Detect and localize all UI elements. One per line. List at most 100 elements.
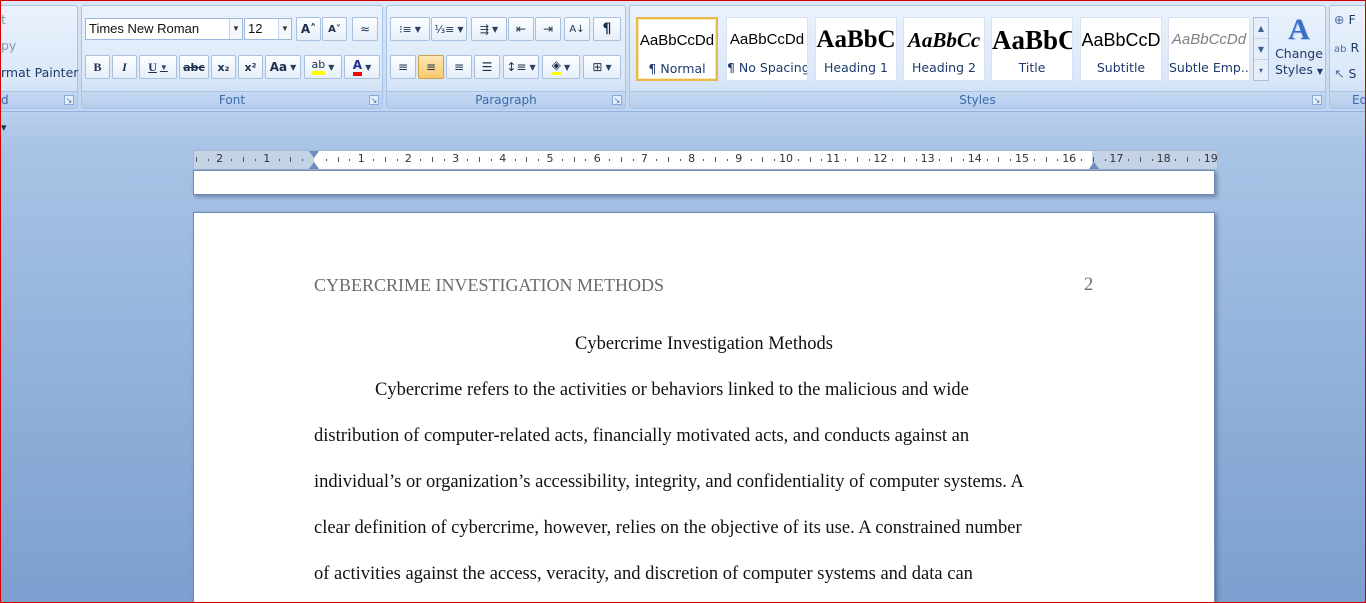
ruler-tick: [656, 159, 658, 161]
change-case-button[interactable]: Aa ▼: [265, 55, 301, 79]
align-center-button[interactable]: ≡: [418, 55, 444, 79]
clipboard-launcher-icon[interactable]: ↘: [64, 95, 74, 105]
cut-button[interactable]: t: [1, 12, 6, 27]
style-normal[interactable]: AaBbCcDd ¶ Normal: [636, 17, 718, 81]
ruler-number: 5: [546, 152, 554, 165]
ruler-tick: [609, 159, 610, 161]
shading-button[interactable]: ◈ ▼: [542, 55, 580, 79]
font-group-label: Font: [82, 91, 382, 108]
ruler-tick: [809, 157, 811, 162]
superscript-button[interactable]: x²: [238, 55, 263, 79]
format-painter-button[interactable]: rmat Painter: [1, 65, 78, 80]
grow-font-icon: A˄: [300, 22, 317, 36]
first-line-indent-marker[interactable]: [309, 151, 319, 158]
chevron-down-icon[interactable]: ▼: [492, 25, 498, 34]
underline-button[interactable]: U ▼: [139, 55, 177, 79]
font-size-combo[interactable]: 12 ▼: [244, 18, 292, 40]
chevron-down-icon[interactable]: ▼: [415, 25, 421, 34]
align-left-button[interactable]: ≡: [390, 55, 416, 79]
chevron-down-icon[interactable]: ▼: [1254, 39, 1268, 60]
decrease-indent-button[interactable]: ⇤: [508, 17, 534, 41]
style-heading-1[interactable]: AaBbC Heading 1: [815, 17, 897, 81]
show-formatting-button[interactable]: ¶: [593, 17, 621, 41]
bullets-button[interactable]: ⁝≡ ▼: [390, 17, 430, 41]
clear-formatting-button[interactable]: ≈: [352, 17, 378, 41]
paint-bucket-icon: ◈: [551, 59, 562, 75]
ruler-number: 2: [404, 152, 412, 165]
ruler-tick: [373, 159, 374, 161]
ruler-tick: [1104, 159, 1106, 161]
bold-button[interactable]: B: [85, 55, 110, 79]
ruler-tick: [963, 159, 964, 161]
chevron-down-icon[interactable]: ▼: [365, 63, 371, 72]
chevron-down-icon[interactable]: ▼: [457, 25, 463, 34]
chevron-down-icon[interactable]: ▼: [278, 19, 291, 39]
body-line: of activities against the access, veraci…: [314, 564, 973, 584]
ruler-tick: [715, 157, 717, 162]
ruler-tick: [479, 157, 481, 162]
style-subtle-emphasis[interactable]: AaBbCcDd Subtle Emp...: [1168, 17, 1250, 81]
copy-button[interactable]: py: [1, 38, 16, 53]
replace-button[interactable]: ab R: [1334, 40, 1359, 55]
style-no-spacing[interactable]: AaBbCcDd ¶ No Spacing: [726, 17, 808, 81]
strikethrough-button[interactable]: abc: [179, 55, 209, 79]
document-page[interactable]: CYBERCRIME INVESTIGATION METHODS 2 Cyber…: [193, 212, 1215, 603]
ruler-number: 2: [216, 152, 224, 165]
horizontal-ruler[interactable]: 2 1 1 2 3 4 5 6 7 8 9 10 11 12 13 14 15 16 17 18 19: [193, 150, 1218, 170]
ruler-tick: [668, 157, 669, 162]
grow-font-button[interactable]: A˄: [296, 17, 321, 41]
chevron-down-icon[interactable]: ▼: [529, 63, 535, 72]
align-right-icon: ≡: [453, 60, 465, 74]
change-styles-button[interactable]: A Change Styles ▼: [1274, 14, 1324, 90]
multilevel-list-button[interactable]: ⇶ ▼: [471, 17, 507, 41]
line-spacing-button[interactable]: ↕≡ ▼: [503, 55, 539, 79]
ruler-tick: [302, 159, 304, 161]
ruler-tick: [939, 159, 941, 161]
numbering-button[interactable]: ⅓≡ ▼: [431, 17, 467, 41]
justify-button[interactable]: ☰: [474, 55, 500, 79]
body-line: Cybercrime refers to the activities or b…: [375, 380, 969, 400]
chevron-down-icon[interactable]: ▼: [290, 63, 296, 72]
right-indent-marker[interactable]: [1089, 162, 1099, 169]
ruler-tick: [951, 157, 953, 162]
chevron-down-icon[interactable]: ▼: [564, 63, 570, 72]
shrink-font-button[interactable]: A˅: [322, 17, 347, 41]
style-subtitle[interactable]: AaBbCcD Subtitle: [1080, 17, 1162, 81]
styles-group: AaBbCcDd ¶ Normal AaBbCcDd ¶ No Spacing …: [629, 5, 1326, 109]
style-sample: AaBbCcDd: [729, 31, 805, 48]
style-name: ¶ Normal: [648, 61, 706, 76]
font-color-button[interactable]: A ▼: [344, 55, 380, 79]
ruler-number: 1: [263, 152, 271, 165]
increase-indent-button[interactable]: ⇥: [535, 17, 561, 41]
ruler-tick: [1151, 159, 1153, 161]
select-button[interactable]: ↖ S: [1334, 66, 1356, 81]
chevron-down-icon[interactable]: ▼: [605, 63, 611, 72]
style-heading-2[interactable]: AaBbCc Heading 2: [903, 17, 985, 81]
chevron-down-icon[interactable]: ▼: [229, 19, 242, 39]
font-name-combo[interactable]: Times New Roman ▼: [85, 18, 243, 40]
italic-button[interactable]: I: [112, 55, 137, 79]
paragraph-group: ⁝≡ ▼ ⅓≡ ▼ ⇶ ▼ ⇤ ⇥ A↓ ¶ ≡ ≡ ≡ ☰ ↕≡ ▼ ◈ ▼ ⊞ ▼ Pa…: [386, 5, 626, 109]
chevron-down-icon[interactable]: ▼: [328, 63, 334, 72]
subscript-button[interactable]: x₂: [211, 55, 236, 79]
sort-button[interactable]: A↓: [564, 17, 590, 41]
style-sample: AaBbCc: [907, 28, 981, 52]
chevron-down-icon[interactable]: ▼: [160, 63, 168, 72]
ruler-number: 17: [1109, 152, 1124, 165]
align-right-button[interactable]: ≡: [446, 55, 472, 79]
ruler-number: 6: [593, 152, 601, 165]
qat-dropdown-icon[interactable]: ▾: [1, 121, 7, 134]
hanging-indent-marker[interactable]: [309, 162, 319, 169]
chevron-up-icon[interactable]: ▲: [1254, 18, 1268, 39]
font-launcher-icon[interactable]: ↘: [369, 95, 379, 105]
ruler-tick: [384, 157, 386, 162]
ruler-tick: [797, 159, 799, 161]
paragraph-launcher-icon[interactable]: ↘: [612, 95, 622, 105]
more-icon[interactable]: ▾: [1254, 60, 1268, 81]
find-button[interactable]: ⊕ F: [1334, 12, 1356, 27]
styles-gallery-scroll[interactable]: ▲ ▼ ▾: [1253, 17, 1269, 81]
borders-button[interactable]: ⊞ ▼: [583, 55, 621, 79]
highlight-button[interactable]: ab ▼: [304, 55, 342, 79]
style-title[interactable]: AaBbC Title: [991, 17, 1073, 81]
styles-launcher-icon[interactable]: ↘: [1312, 95, 1322, 105]
